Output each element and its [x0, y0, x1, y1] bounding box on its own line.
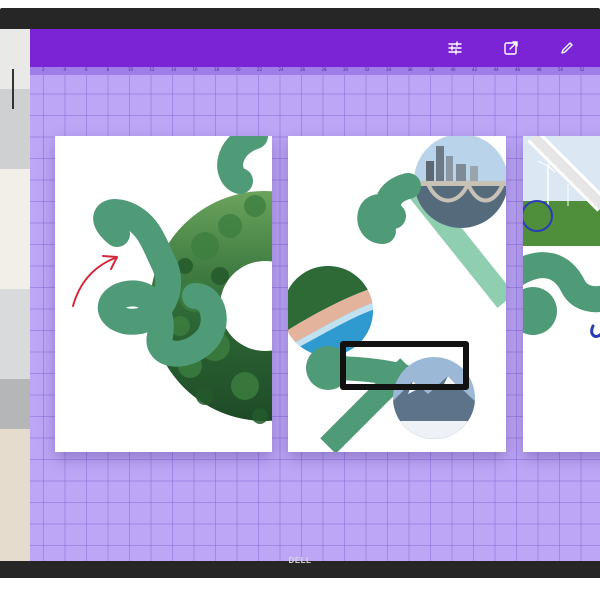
page-2-artwork — [288, 136, 506, 452]
monitor: 2 4 6 8 10 12 14 16 18 20 22 24 26 28 30 32 34 36 38 40 42 44… — [0, 8, 600, 578]
ruler-tick: 26 — [300, 67, 306, 72]
ruler-tick: 4 — [63, 67, 67, 72]
ruler-tick: 22 — [257, 67, 263, 72]
ruler-tick: 44 — [493, 67, 499, 72]
page-2[interactable] — [288, 136, 506, 452]
pen-button[interactable] — [554, 35, 580, 61]
ruler-tick: 18 — [214, 67, 220, 72]
ruler-tick: 38 — [429, 67, 435, 72]
page-3[interactable] — [523, 136, 600, 452]
page-1-artwork — [72, 136, 272, 424]
sliders-icon — [448, 41, 462, 55]
ruler-tick: 34 — [386, 67, 392, 72]
ruler-tick: 24 — [278, 67, 284, 72]
ruler-tick: 52 — [579, 67, 585, 72]
ruler-tick: 12 — [149, 67, 155, 72]
sliders-button[interactable] — [442, 35, 468, 61]
ruler-tick: 46 — [515, 67, 521, 72]
ruler-tick: 30 — [343, 67, 349, 72]
city-photo — [414, 136, 506, 228]
ruler: 2 4 6 8 10 12 14 16 18 20 22 24 26 28 30 32 34 36 38 40 42 44… — [30, 67, 600, 75]
room-background — [0, 29, 30, 561]
page-1[interactable] — [55, 136, 272, 452]
export-button[interactable] — [498, 35, 524, 61]
ruler-tick: 42 — [472, 67, 478, 72]
export-icon — [504, 41, 518, 55]
ruler-tick: 14 — [171, 67, 177, 72]
ruler-tick: 36 — [407, 67, 413, 72]
ruler-tick: 2 — [42, 67, 45, 72]
toolbar — [30, 29, 600, 67]
ruler-tick: 48 — [536, 67, 542, 72]
ruler-tick: 40 — [450, 67, 456, 72]
ruler-tick: 8 — [106, 67, 110, 72]
ruler-tick: 10 — [128, 67, 134, 72]
page-3-artwork — [523, 136, 600, 338]
dell-logo: DELL — [288, 556, 312, 565]
ruler-tick: 6 — [85, 67, 88, 72]
ruler-tick: 50 — [558, 67, 564, 72]
screen: 2 4 6 8 10 12 14 16 18 20 22 24 26 28 30 32 34 36 38 40 42 44… — [0, 29, 600, 561]
ruler-tick: 20 — [235, 67, 241, 72]
ruler-tick: 16 — [192, 67, 198, 72]
ruler-tick: 28 — [321, 67, 327, 72]
pen-icon — [561, 42, 573, 54]
ruler-tick: 32 — [364, 67, 370, 72]
